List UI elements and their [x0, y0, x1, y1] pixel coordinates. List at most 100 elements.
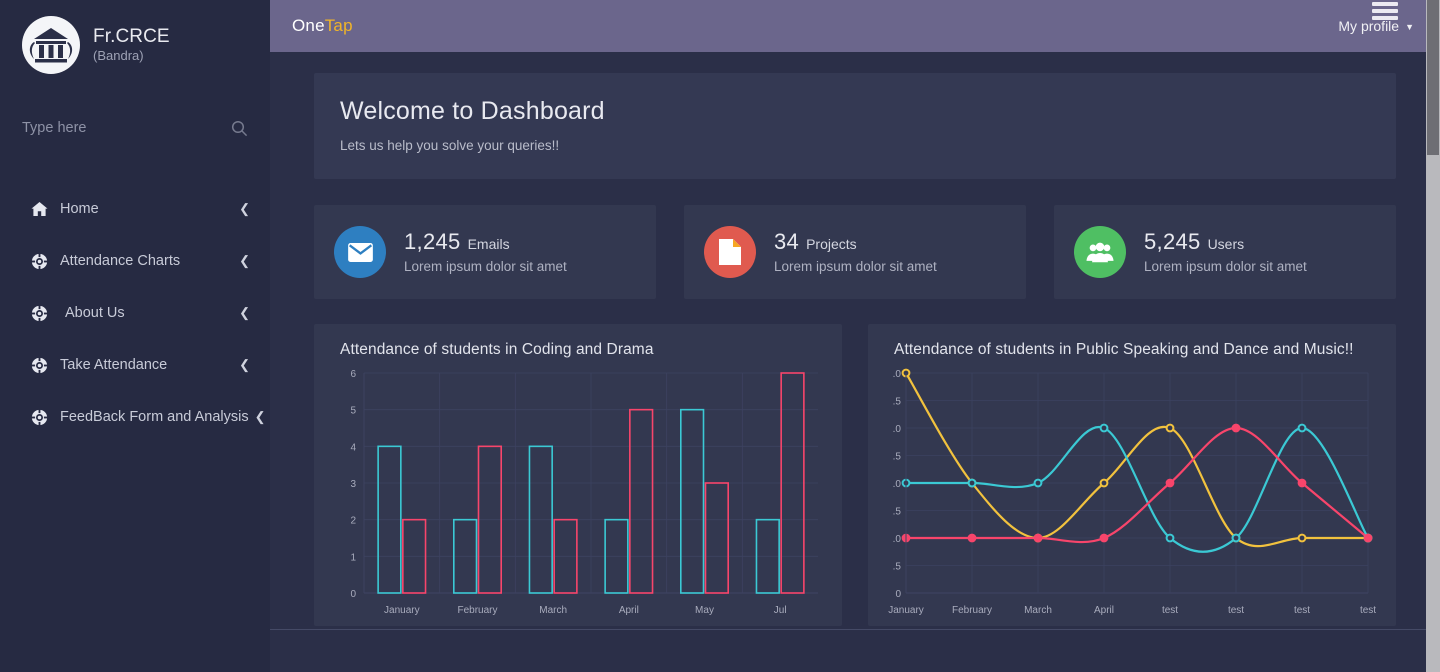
scrollbar-thumb[interactable]	[1427, 0, 1439, 155]
stat-number: 1,245	[404, 229, 461, 255]
bar-chart-title: Attendance of students in Coding and Dra…	[340, 341, 654, 358]
stats-row: 1,245 Emails Lorem ipsum dolor sit amet	[314, 205, 1396, 299]
sidebar-item-about-us[interactable]: About Us ❮	[0, 287, 270, 339]
stat-description: Lorem ipsum dolor sit amet	[404, 259, 567, 275]
stat-card-users[interactable]: 5,245 Users Lorem ipsum dolor sit amet	[1054, 205, 1396, 299]
svg-text:.0: .0	[893, 479, 902, 490]
line-chart-area[interactable]: 0 .5 .0 .5 .0 .5 .0 .5 .0 January February March Apr…	[884, 367, 1380, 625]
svg-text:4: 4	[350, 442, 356, 453]
bar-chart-card: Attendance of students in Coding and Dra…	[314, 324, 842, 626]
svg-text:test: test	[1228, 605, 1244, 616]
brand-header[interactable]: Fr.CRCE (Bandra)	[0, 0, 270, 76]
stat-description: Lorem ipsum dolor sit amet	[774, 259, 937, 275]
search-input[interactable]	[22, 120, 207, 136]
bar-chart-area[interactable]: 0 1 2 3 4 5 6 January February March April May Jul	[330, 367, 826, 625]
file-document-icon	[704, 226, 756, 278]
svg-text:6: 6	[350, 369, 356, 380]
chevron-left-icon: ❮	[239, 253, 250, 268]
svg-text:April: April	[619, 605, 639, 616]
svg-text:March: March	[1024, 605, 1052, 616]
lifebuoy-icon	[28, 253, 50, 270]
svg-text:test: test	[1294, 605, 1310, 616]
brand-subtitle: (Bandra)	[93, 48, 144, 64]
svg-text:.0: .0	[893, 369, 902, 380]
university-building-icon	[22, 16, 80, 74]
svg-text:1: 1	[350, 552, 356, 563]
svg-text:May: May	[695, 605, 714, 616]
svg-text:March: March	[539, 605, 567, 616]
search-icon[interactable]	[231, 120, 248, 137]
my-profile-label: My profile	[1338, 18, 1400, 34]
hamburger-menu-icon[interactable]	[1372, 2, 1398, 20]
sidebar-nav: Home ❮ Attendance Charts ❮ About Us ❮ Ta…	[0, 183, 270, 443]
chevron-left-icon: ❮	[254, 409, 266, 424]
svg-text:.5: .5	[893, 397, 902, 408]
svg-text:2: 2	[350, 516, 356, 527]
stat-description: Lorem ipsum dolor sit amet	[1144, 259, 1307, 275]
lifebuoy-icon	[28, 357, 50, 374]
chevron-left-icon: ❮	[239, 357, 250, 372]
svg-text:.0: .0	[893, 534, 902, 545]
app-brand[interactable]: OneTap	[292, 16, 353, 36]
welcome-card: Welcome to Dashboard Lets us help you so…	[314, 73, 1396, 179]
chevron-left-icon: ❮	[239, 201, 250, 216]
main-area: OneTap My profile ▼ Welcome to Dashboard…	[270, 0, 1440, 672]
my-profile-dropdown[interactable]: My profile ▼	[1338, 18, 1414, 34]
sidebar-item-label: Home	[60, 201, 99, 217]
svg-text:test: test	[1162, 605, 1178, 616]
svg-text:test: test	[1360, 605, 1376, 616]
sidebar-item-attendance-charts[interactable]: Attendance Charts ❮	[0, 235, 270, 287]
chevron-left-icon: ❮	[239, 305, 250, 320]
stat-number: 5,245	[1144, 229, 1201, 255]
svg-text:.0: .0	[893, 424, 902, 435]
stat-unit: Emails	[467, 236, 510, 253]
footer-divider	[270, 629, 1440, 630]
svg-text:Jul: Jul	[774, 605, 787, 616]
svg-text:April: April	[1094, 605, 1114, 616]
sidebar: Fr.CRCE (Bandra) Home ❮	[0, 0, 270, 672]
svg-text:January: January	[384, 605, 420, 616]
stat-card-emails[interactable]: 1,245 Emails Lorem ipsum dolor sit amet	[314, 205, 656, 299]
page-scrollbar[interactable]	[1426, 0, 1440, 672]
line-chart-title: Attendance of students in Public Speakin…	[894, 341, 1354, 358]
users-group-icon	[1074, 226, 1126, 278]
sidebar-search[interactable]	[22, 109, 248, 147]
stat-unit: Users	[1207, 236, 1245, 253]
sidebar-item-label: Attendance Charts	[60, 253, 181, 269]
svg-text:January: January	[888, 605, 924, 616]
stat-unit: Projects	[806, 236, 857, 253]
svg-text:5: 5	[350, 406, 356, 417]
stat-card-projects[interactable]: 34 Projects Lorem ipsum dolor sit amet	[684, 205, 1026, 299]
envelope-icon	[334, 226, 386, 278]
charts-row: Attendance of students in Coding and Dra…	[314, 324, 1396, 626]
svg-text:February: February	[457, 605, 497, 616]
svg-text:.5: .5	[893, 507, 902, 518]
page-subtitle: Lets us help you solve your queries!!	[340, 138, 560, 153]
topbar-right: My profile ▼	[1338, 18, 1414, 34]
line-chart-card: Attendance of students in Public Speakin…	[868, 324, 1396, 626]
stat-number: 34	[774, 229, 800, 255]
svg-text:.5: .5	[893, 452, 902, 463]
home-icon	[28, 201, 50, 217]
lifebuoy-icon	[28, 409, 50, 426]
sidebar-item-home[interactable]: Home ❮	[0, 183, 270, 235]
svg-text:3: 3	[350, 479, 356, 490]
svg-text:0: 0	[895, 589, 901, 600]
brand-name: Fr.CRCE	[93, 26, 170, 48]
sidebar-item-take-attendance[interactable]: Take Attendance ❮	[0, 339, 270, 391]
sidebar-item-label: FeedBack Form and Analysis	[60, 409, 249, 425]
chevron-down-icon: ▼	[1405, 22, 1414, 32]
sidebar-item-feedback-form-and-analysis[interactable]: FeedBack Form and Analysis ❮	[0, 391, 270, 443]
topbar: OneTap My profile ▼	[270, 0, 1440, 52]
line-chart-svg[interactable]: 0 .5 .0 .5 .0 .5 .0 .5 .0 January February March Apr…	[884, 367, 1380, 623]
dashboard-page: Fr.CRCE (Bandra) Home ❮	[0, 0, 1440, 672]
content: Welcome to Dashboard Lets us help you so…	[270, 52, 1440, 626]
bar-chart-svg[interactable]: 0 1 2 3 4 5 6 January February March April May Jul	[330, 367, 826, 623]
svg-text:.5: .5	[893, 562, 902, 573]
svg-text:0: 0	[350, 589, 356, 600]
lifebuoy-icon	[28, 305, 50, 322]
sidebar-item-label: About Us	[65, 305, 125, 321]
brand-tap: Tap	[324, 16, 353, 35]
svg-text:February: February	[952, 605, 992, 616]
page-title: Welcome to Dashboard	[340, 97, 605, 125]
